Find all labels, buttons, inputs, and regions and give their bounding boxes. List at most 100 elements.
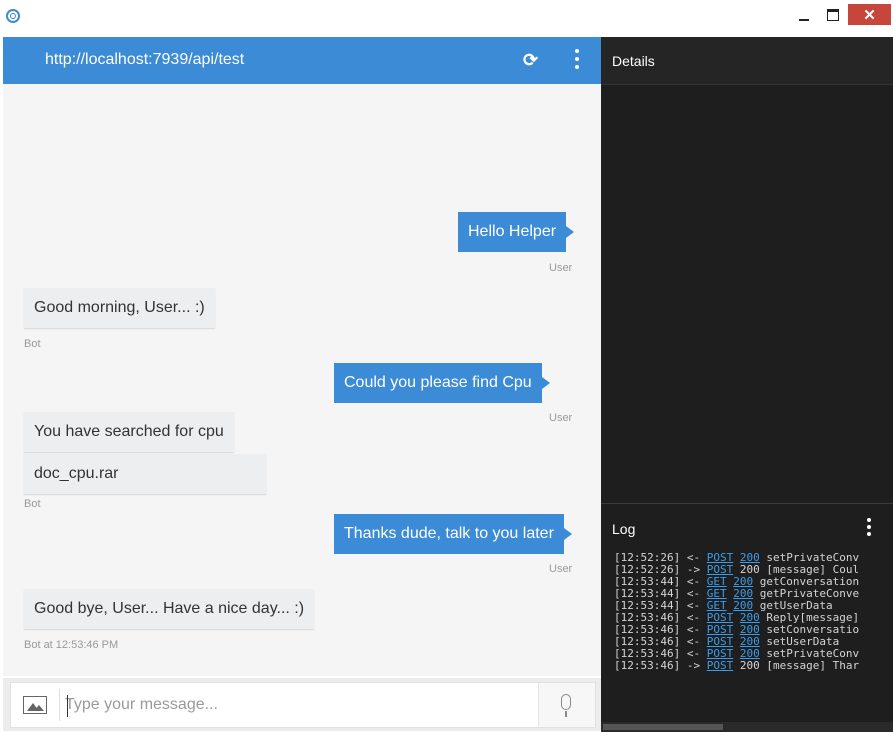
log-line: [12:53:46] <- POST 200 Reply[message]: [614, 612, 890, 624]
log-status[interactable]: 200: [740, 612, 760, 624]
log-timestamp: [12:53:46]: [614, 612, 681, 624]
log-direction: <-: [686, 576, 701, 588]
log-text: getUserData: [759, 600, 833, 612]
log-direction: <-: [686, 612, 701, 624]
log-text: setPrivateConv: [766, 552, 860, 564]
microphone-button[interactable]: [538, 683, 595, 727]
log-timestamp: [12:53:46]: [614, 636, 681, 648]
divider: [59, 689, 60, 721]
bot-message: Good morning, User... :): [24, 288, 215, 328]
log-menu-icon[interactable]: [867, 518, 871, 539]
log-status[interactable]: 200: [733, 600, 753, 612]
log-text: setConversatio: [766, 624, 860, 636]
log-status: 200: [739, 660, 760, 672]
log-method-link[interactable]: POST: [707, 552, 734, 564]
log-timestamp: [12:53:44]: [614, 600, 681, 612]
log-method-link[interactable]: POST: [707, 564, 734, 576]
log-title: Log: [612, 521, 636, 537]
log-method-link[interactable]: POST: [707, 612, 734, 624]
log-status: 200: [739, 564, 760, 576]
bot-message: You have searched for cpu: [24, 412, 234, 452]
log-method-link[interactable]: POST: [707, 636, 734, 648]
log-text: [message] Thar: [766, 660, 860, 672]
endpoint-url[interactable]: http://localhost:7939/api/test: [45, 51, 244, 69]
log-direction: <-: [686, 636, 701, 648]
log-text: getConversation: [759, 576, 860, 588]
close-button[interactable]: ✕: [848, 4, 891, 25]
user-message: Could you please find Cpu: [334, 363, 550, 403]
log-direction: <-: [686, 552, 701, 564]
log-direction: ->: [686, 564, 701, 576]
message-composer: [3, 678, 601, 731]
user-message: Thanks dude, talk to you later: [334, 514, 572, 554]
log-method-link[interactable]: GET: [707, 600, 727, 612]
user-message: Hello Helper: [458, 212, 575, 252]
log-method-link[interactable]: POST: [707, 660, 734, 672]
log-line: [12:53:46] <- POST 200 setPrivateConv: [614, 648, 890, 660]
log-timestamp: [12:53:46]: [614, 648, 681, 660]
maximize-button[interactable]: [820, 4, 846, 26]
log-text: setPrivateConv: [766, 648, 860, 660]
log-text: setUserData: [766, 636, 840, 648]
message-meta: User: [549, 412, 573, 424]
text-caret: [67, 695, 68, 717]
log-header: Log: [601, 504, 893, 550]
kebab-menu-icon[interactable]: [575, 49, 579, 71]
attachment-card[interactable]: doc_cpu.rar: [24, 454, 266, 494]
log-method-link[interactable]: GET: [707, 576, 727, 588]
log-line: [12:52:26] <- POST 200 setPrivateConv: [614, 552, 890, 564]
log-timestamp: [12:53:46]: [614, 624, 681, 636]
log-method-link[interactable]: POST: [707, 624, 734, 636]
message-input[interactable]: [65, 688, 535, 722]
log-status[interactable]: 200: [740, 552, 760, 564]
message-meta: Bot: [24, 498, 41, 510]
minimize-button[interactable]: [790, 4, 818, 26]
log-timestamp: [12:53:46]: [614, 660, 681, 672]
log-timestamp: [12:53:44]: [614, 576, 681, 588]
log-line: [12:53:44] <- GET 200 getPrivateConve: [614, 588, 890, 600]
log-method-link[interactable]: POST: [707, 648, 734, 660]
title-bar: ✕: [0, 0, 893, 36]
details-title: Details: [612, 53, 655, 69]
log-line: [12:53:46] <- POST 200 setUserData: [614, 636, 890, 648]
log-status[interactable]: 200: [733, 576, 753, 588]
log-direction: <-: [686, 648, 701, 660]
refresh-icon[interactable]: ⟳: [523, 50, 538, 71]
log-line: [12:53:46] -> POST 200 [message] Thar: [614, 660, 890, 672]
bot-message: Good bye, User... Have a nice day... :): [24, 589, 315, 629]
chat-history: Hello Helper User Good morning, User... …: [3, 84, 601, 676]
log-text: [message] Coul: [766, 564, 860, 576]
message-meta: User: [549, 262, 573, 274]
chat-header: http://localhost:7939/api/test ⟳: [3, 37, 601, 84]
log-direction: <-: [686, 624, 701, 636]
log-text: Reply[message]: [766, 612, 860, 624]
microphone-icon: [561, 694, 571, 717]
log-status[interactable]: 200: [740, 624, 760, 636]
log-status[interactable]: 200: [740, 648, 760, 660]
details-header: Details: [601, 37, 893, 85]
image-upload-icon[interactable]: [23, 696, 47, 714]
log-line: [12:53:44] <- GET 200 getConversation: [614, 576, 890, 588]
log-direction: <-: [686, 600, 701, 612]
message-meta: User: [549, 563, 573, 575]
emulator-logo-icon: [6, 9, 20, 23]
log-timestamp: [12:52:26]: [614, 552, 681, 564]
log-direction: ->: [686, 660, 701, 672]
message-meta: Bot: [24, 338, 41, 350]
log-line: [12:53:46] <- POST 200 setConversatio: [614, 624, 890, 636]
log-timestamp: [12:53:44]: [614, 588, 681, 600]
scrollbar-thumb[interactable]: [603, 724, 723, 730]
log-line: [12:52:26] -> POST 200 [message] Coul: [614, 564, 890, 576]
log-direction: <-: [686, 588, 701, 600]
message-box: [10, 682, 596, 728]
log-timestamp: [12:52:26]: [614, 564, 681, 576]
log-status[interactable]: 200: [733, 588, 753, 600]
message-timestamp: Bot at 12:53:46 PM: [24, 639, 119, 651]
log-status[interactable]: 200: [740, 636, 760, 648]
log-line: [12:53:44] <- GET 200 getUserData: [614, 600, 890, 612]
log-panel: Log [12:52:26] <- POST 200 setPrivateCon…: [601, 503, 893, 732]
log-list: [12:52:26] <- POST 200 setPrivateConv [12…: [614, 552, 890, 712]
log-text: getPrivateConve: [759, 588, 860, 600]
log-method-link[interactable]: GET: [707, 588, 727, 600]
details-panel: Details: [601, 37, 893, 503]
